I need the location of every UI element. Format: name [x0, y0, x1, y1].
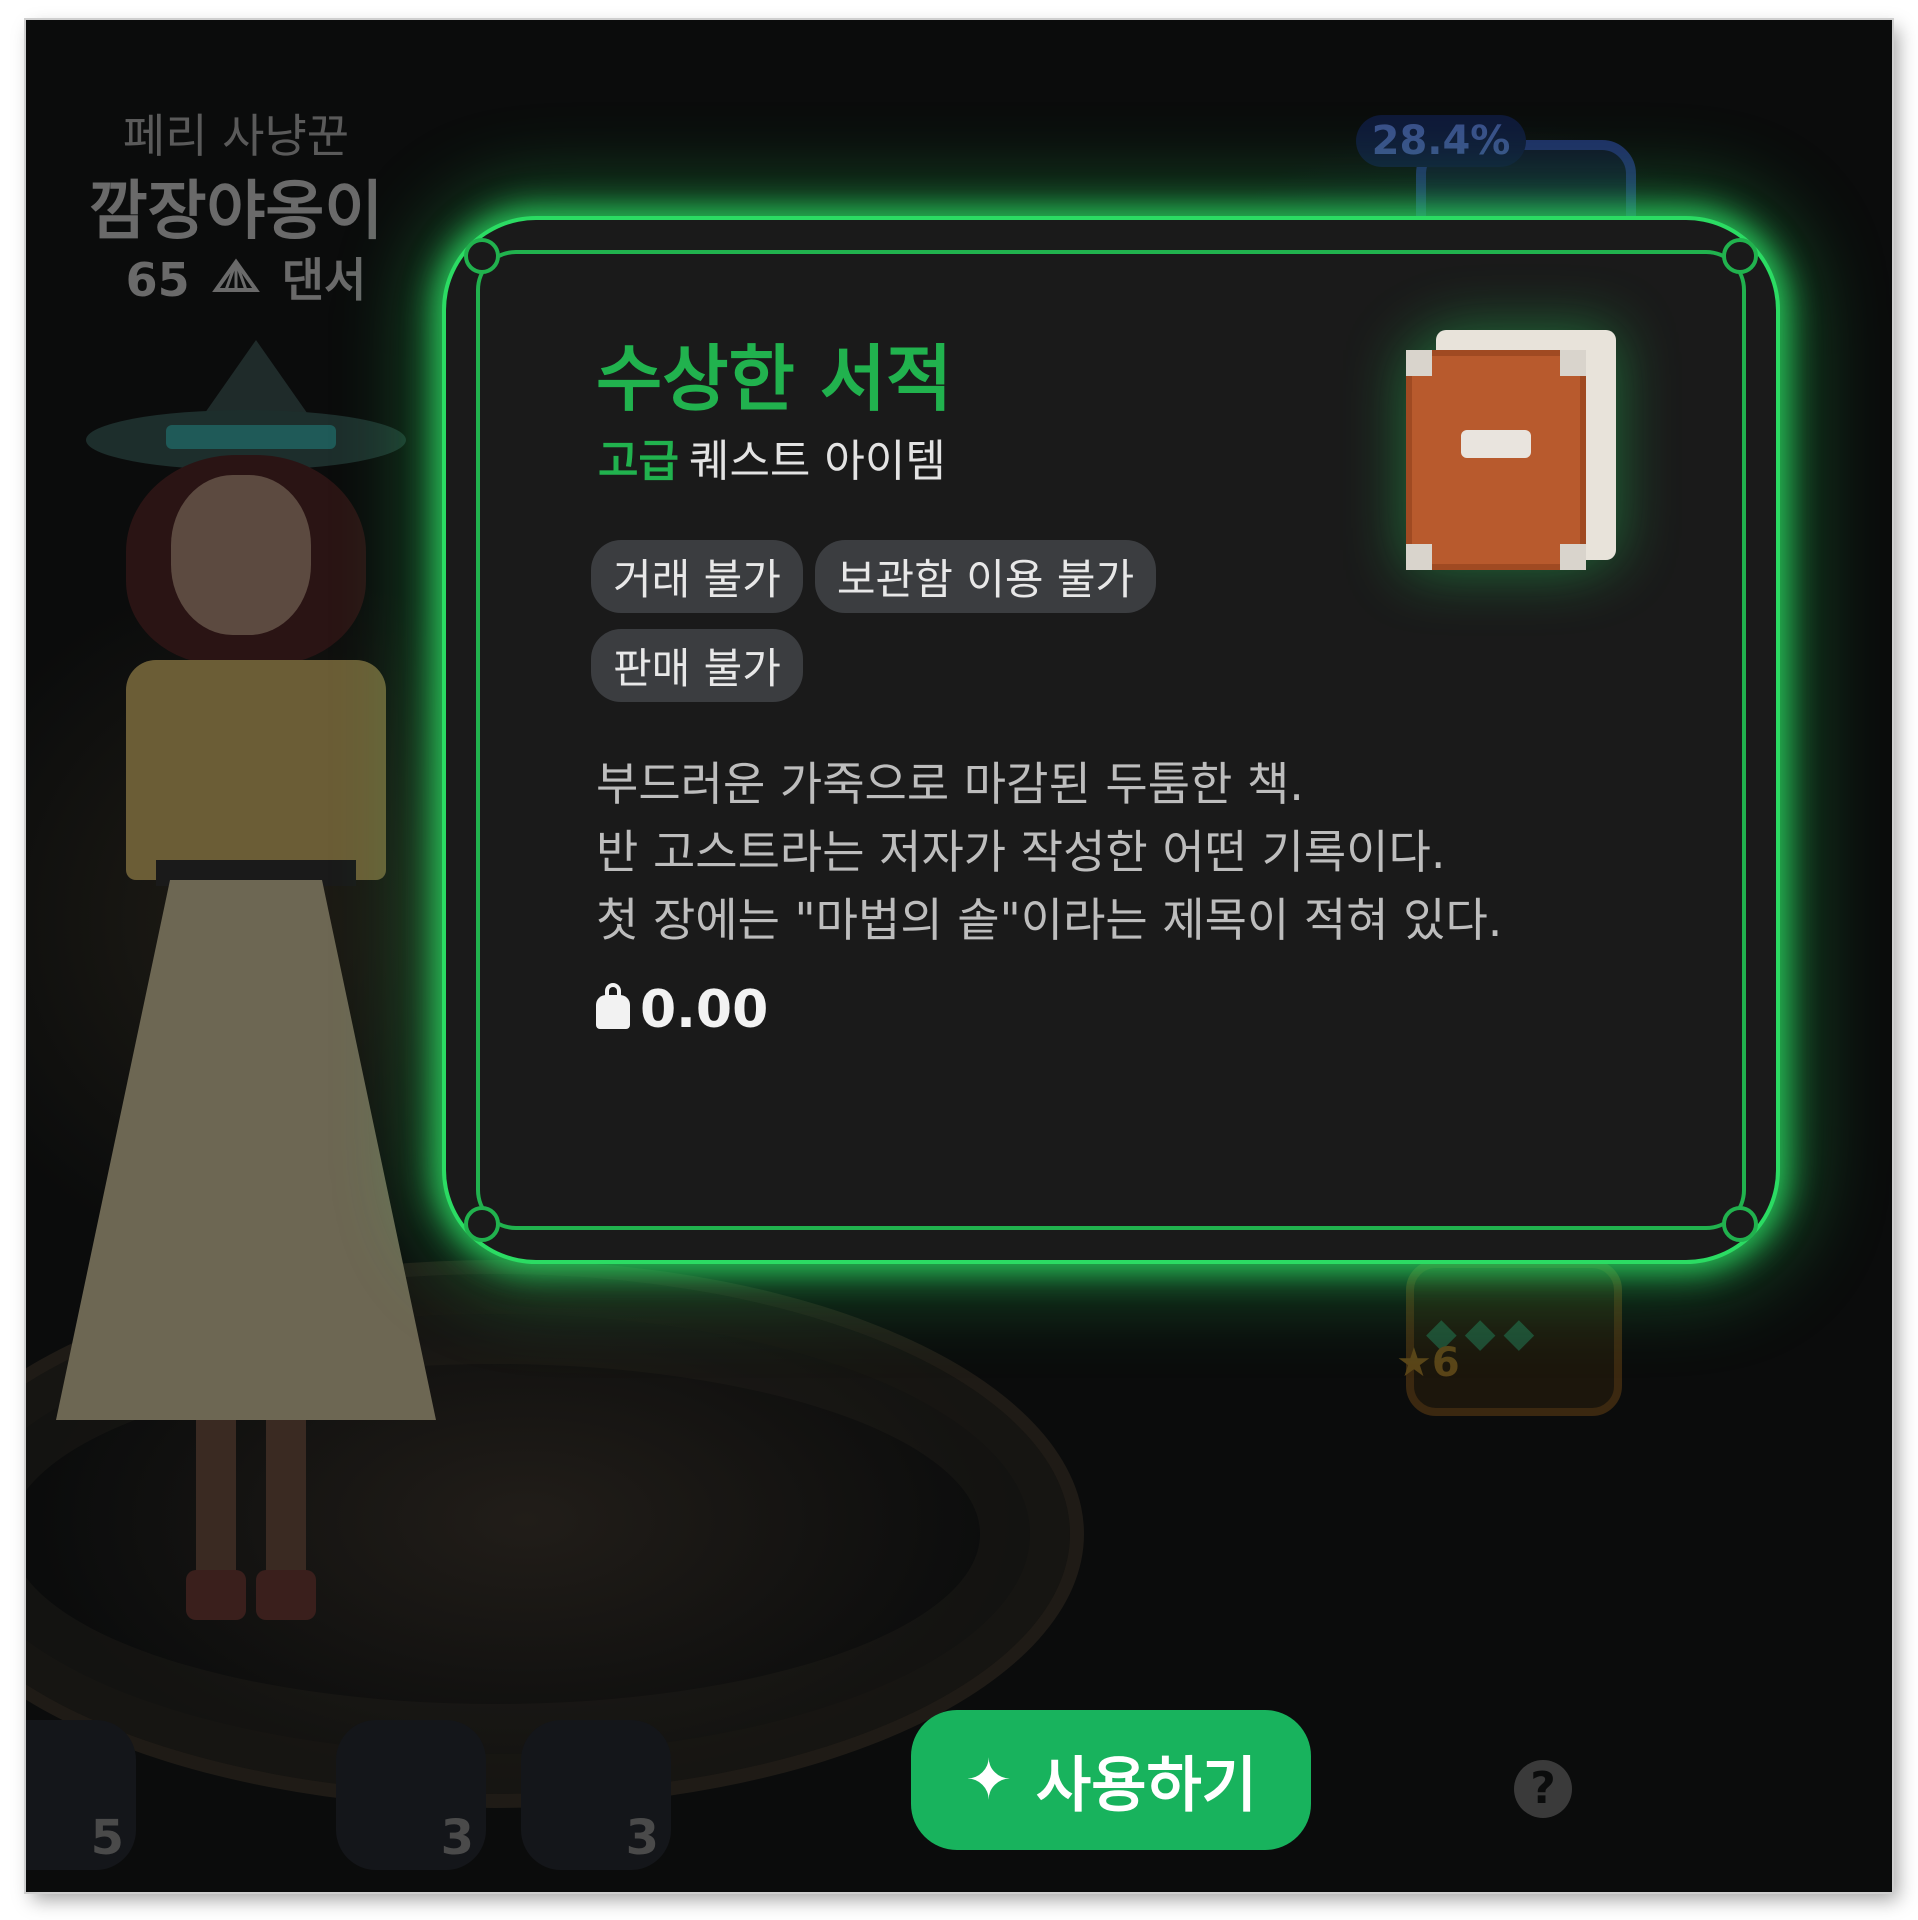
hat-ribbon — [166, 425, 336, 449]
character-name: 깜장야옹이 — [88, 175, 384, 249]
character-class: 댄서 — [281, 253, 367, 307]
character-title: 페리 사냥꾼 — [122, 109, 350, 163]
slot-count: 5 — [90, 1810, 124, 1866]
sparkle-icon: ✦ — [965, 1747, 1013, 1813]
weight-value: 0.00 — [640, 980, 769, 1040]
book-icon — [1406, 330, 1626, 570]
dress-skirt — [56, 880, 436, 1420]
corner-ornament — [464, 1206, 500, 1242]
percent-badge: 28.4% — [1356, 115, 1526, 167]
item-tags: 거래 불가 보관함 이용 불가 판매 불가 — [591, 540, 1231, 718]
star-rank: ★6 — [1396, 1340, 1460, 1386]
left-leg — [196, 1420, 236, 1590]
game-screen: 페리 사냥꾼 깜장야옹이 65 댄서 28.4% ◆◆◆ ★6 5 3 3 ? … — [26, 20, 1892, 1892]
face — [171, 475, 311, 635]
item-description: 부드러운 가죽으로 마감된 두툼한 책. 반 고스트라는 저자가 작성한 어떤 … — [596, 750, 1646, 954]
description-line: 부드러운 가죽으로 마감된 두툼한 책. — [596, 757, 1304, 811]
fan-icon — [211, 253, 260, 307]
inventory-slot[interactable]: 3 — [521, 1720, 671, 1870]
help-icon[interactable]: ? — [1514, 1760, 1572, 1818]
use-button[interactable]: ✦ 사용하기 — [911, 1710, 1311, 1850]
corner-ornament — [1722, 1206, 1758, 1242]
tag-no-storage: 보관함 이용 불가 — [814, 540, 1157, 613]
item-weight: 0.00 — [596, 980, 768, 1040]
corner-ornament — [464, 238, 500, 274]
item-grade: 고급 — [598, 436, 679, 487]
character-level: 65 — [125, 253, 190, 307]
use-button-label: 사용하기 — [1036, 1750, 1257, 1821]
tag-no-trade: 거래 불가 — [591, 540, 803, 613]
dress-top — [126, 660, 386, 880]
character-level-class: 65 댄서 — [96, 244, 396, 310]
item-name: 수상한 서적 — [596, 337, 953, 421]
item-detail-dialog: 수상한 서적 고급 퀘스트 아이템 거래 불가 보관함 이용 불가 판매 불가 부드… — [446, 220, 1776, 1260]
left-boot — [186, 1570, 246, 1620]
right-boot — [256, 1570, 316, 1620]
character-model — [46, 340, 466, 1640]
description-line: 반 고스트라는 저자가 작성한 어떤 기록이다. — [596, 825, 1446, 879]
weight-icon — [596, 983, 630, 1029]
slot-count: 3 — [625, 1810, 659, 1866]
inventory-slot[interactable]: 3 — [336, 1720, 486, 1870]
item-grade-type: 고급 퀘스트 아이템 — [598, 425, 946, 489]
right-leg — [266, 1420, 306, 1590]
inventory-slot[interactable]: 5 — [26, 1720, 136, 1870]
item-type: 퀘스트 아이템 — [688, 436, 946, 487]
tag-no-sell: 판매 불가 — [591, 629, 803, 702]
description-line: 첫 장에는 "마법의 솥"이라는 제목이 적혀 있다. — [596, 893, 1503, 947]
corner-ornament — [1722, 238, 1758, 274]
slot-count: 3 — [440, 1810, 474, 1866]
